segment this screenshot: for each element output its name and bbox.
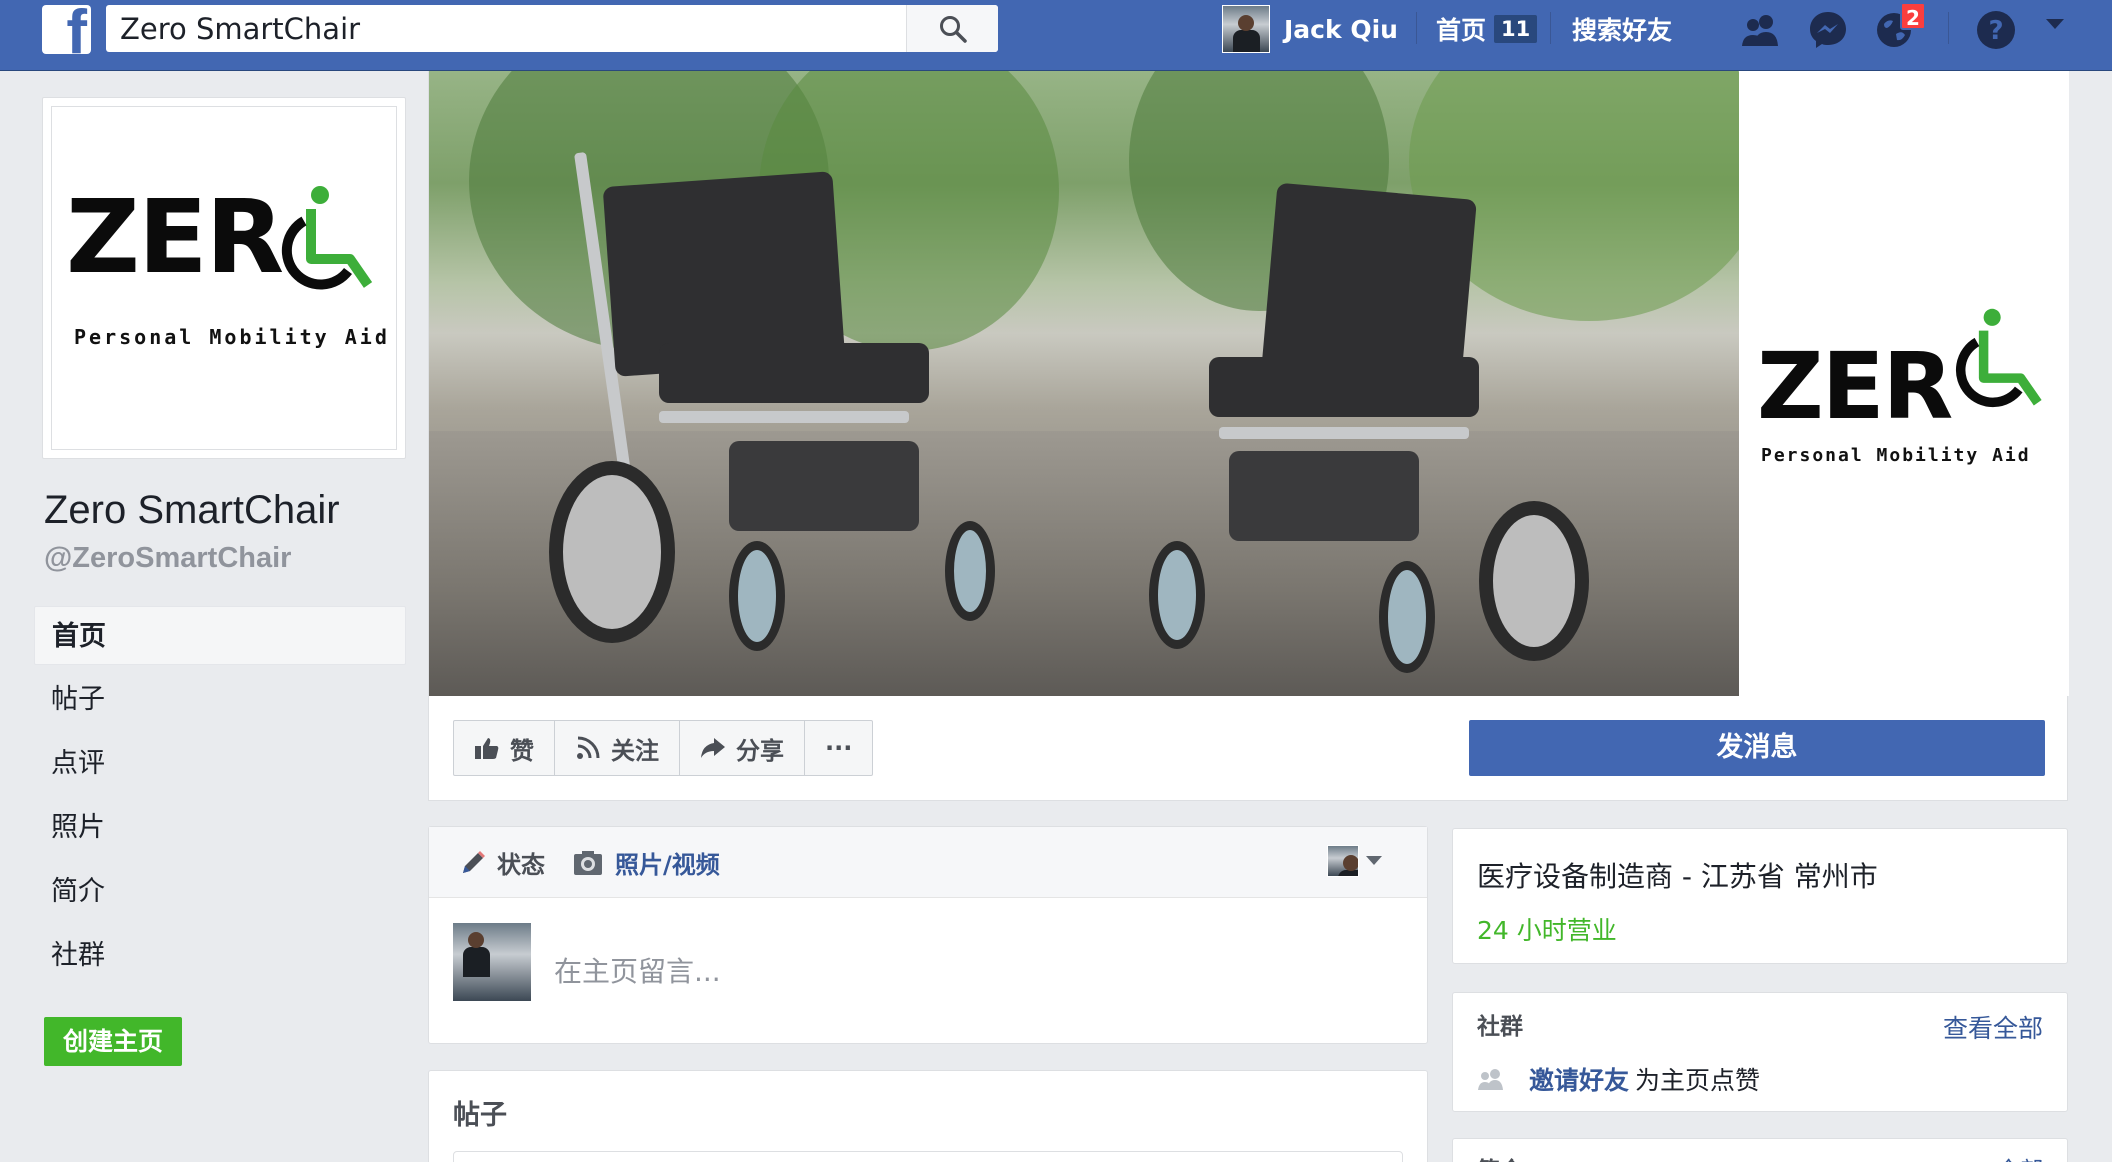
- logo-word: ZER: [66, 178, 284, 297]
- cover-photo[interactable]: [429, 71, 1739, 696]
- follow-button[interactable]: 关注: [555, 721, 680, 775]
- wheelchair-caster: [1149, 541, 1205, 649]
- create-page-button[interactable]: 创建主页: [44, 1017, 182, 1066]
- share-arrow-icon: [701, 738, 725, 758]
- more-icon: ···: [825, 734, 853, 762]
- post-card: [453, 1151, 1403, 1162]
- wheelchair-icon: [1956, 308, 2042, 407]
- sidebar-item-home[interactable]: 首页: [34, 606, 406, 665]
- composer-tabs: 状态 照片/视频: [429, 827, 1427, 898]
- top-navigation-bar: f Jack Qiu 首页 11 搜索好友: [0, 0, 2112, 71]
- wheelchair-wheel: [1479, 501, 1589, 661]
- page-action-bar: 赞 关注 分享 ··· 发消息: [429, 696, 2069, 801]
- share-label: 分享: [736, 736, 784, 765]
- notification-badge: 2: [1900, 2, 1926, 30]
- wheelchair-caster: [729, 541, 785, 651]
- find-friends-label: 搜索好友: [1572, 16, 1673, 45]
- wheelchair-icon: [281, 186, 373, 290]
- posts-title: 帖子: [453, 1100, 507, 1131]
- posts-section: 帖子: [428, 1070, 1428, 1162]
- like-label: 赞: [510, 736, 534, 765]
- rss-follow-icon: [577, 736, 600, 759]
- pencil-icon: [463, 850, 485, 873]
- follow-label: 关注: [611, 736, 659, 765]
- tab-status[interactable]: 状态: [459, 845, 545, 880]
- nav-divider: [1550, 12, 1551, 44]
- wheelchair-wheel: [549, 461, 675, 643]
- composer-avatar: [452, 922, 532, 1002]
- page-title[interactable]: Zero SmartChair: [44, 488, 340, 533]
- avatar: [1222, 5, 1270, 53]
- sidebar-item-posts[interactable]: 帖子: [34, 670, 406, 729]
- svg-text:?: ?: [1988, 16, 2003, 46]
- search-input[interactable]: [120, 5, 900, 52]
- chevron-down-icon[interactable]: [1365, 855, 1383, 867]
- page-sidebar-nav: 首页 帖子 点评 照片 简介 社群: [34, 606, 406, 990]
- help-icon[interactable]: ?: [1974, 8, 2018, 52]
- more-options-button[interactable]: ···: [805, 721, 872, 775]
- invite-friends-row: 邀请好友 为主页点赞: [1477, 1061, 1760, 1097]
- friends-icon: [1478, 1069, 1503, 1090]
- invite-friends-text: 为主页点赞: [1635, 1066, 1761, 1095]
- sidebar-item-community[interactable]: 社群: [34, 926, 406, 985]
- like-button[interactable]: 赞: [454, 721, 555, 775]
- account-menu-chevron-down-icon[interactable]: [2040, 14, 2070, 58]
- cover-section: ZER Personal Mobility Aid 赞 关注 分享 ··· 发消…: [428, 71, 2069, 801]
- post-composer: 状态 照片/视频: [428, 826, 1428, 1044]
- composer-input[interactable]: 在主页留言...: [554, 950, 721, 990]
- wheelchair-bag: [1229, 451, 1419, 541]
- send-message-button[interactable]: 发消息: [1469, 720, 2045, 776]
- user-name: Jack Qiu: [1284, 14, 1398, 44]
- thumbs-up-icon: [475, 738, 499, 759]
- sidebar-item-about[interactable]: 简介: [34, 862, 406, 921]
- share-button[interactable]: 分享: [680, 721, 805, 775]
- sidebar-item-photos[interactable]: 照片: [34, 798, 406, 857]
- wheelchair-caster: [945, 521, 995, 621]
- wheelchair-frame: [659, 411, 909, 423]
- page-profile-picture[interactable]: ZER Personal Mobility Aid: [42, 97, 406, 459]
- friend-requests-icon[interactable]: [1738, 8, 1782, 52]
- tab-photo-video[interactable]: 照片/视频: [573, 845, 720, 880]
- opening-hours: 24 小时营业: [1477, 916, 1617, 945]
- search-button[interactable]: [906, 5, 998, 52]
- page-action-buttons: 赞 关注 分享 ···: [453, 720, 874, 776]
- cover-logo-panel: ZER Personal Mobility Aid: [1739, 71, 2069, 696]
- community-title: 社群: [1477, 1014, 1523, 1040]
- camera-icon: [574, 850, 602, 875]
- messenger-icon[interactable]: [1806, 8, 1850, 52]
- home-count-badge: 11: [1494, 15, 1538, 43]
- home-label: 首页: [1436, 16, 1487, 45]
- page-username[interactable]: @ZeroSmartChair: [44, 542, 291, 575]
- sidebar-item-reviews[interactable]: 点评: [34, 734, 406, 793]
- logo-tagline: Personal Mobility Aid: [1761, 445, 2031, 466]
- about-see-all-link[interactable]: 全部: [1997, 1151, 2043, 1162]
- community-card: 社群 查看全部 邀请好友 为主页点赞: [1452, 992, 2068, 1112]
- about-title: 简介: [1477, 1151, 1523, 1162]
- about-card: 简介 全部: [1452, 1138, 2068, 1162]
- invite-friends-link[interactable]: 邀请好友: [1529, 1061, 1629, 1097]
- facebook-logo-icon[interactable]: f: [42, 5, 91, 54]
- page-category[interactable]: 医疗设备制造商 - 江苏省 常州市: [1477, 855, 1878, 895]
- wheelchair-seat: [659, 343, 929, 403]
- tab-photo-video-label: 照片/视频: [615, 851, 720, 879]
- zero-logo: ZER Personal Mobility Aid: [51, 106, 397, 450]
- nav-divider: [1948, 12, 1949, 44]
- find-friends-link[interactable]: 搜索好友: [1572, 8, 1672, 50]
- nav-divider: [1416, 12, 1417, 44]
- wheelchair-caster: [1379, 561, 1435, 673]
- logo-tagline: Personal Mobility Aid: [74, 325, 390, 349]
- home-link[interactable]: 首页 11: [1436, 8, 1538, 50]
- wheelchair-frame: [1219, 427, 1469, 439]
- search-box: [106, 5, 998, 52]
- profile-link[interactable]: Jack Qiu: [1222, 5, 1398, 53]
- logo-word: ZER: [1757, 333, 1953, 440]
- post-as-avatar[interactable]: [1327, 845, 1359, 877]
- tab-status-label: 状态: [497, 851, 545, 879]
- wheelchair-bag: [729, 441, 919, 531]
- page-info-card: 医疗设备制造商 - 江苏省 常州市 24 小时营业: [1452, 828, 2068, 964]
- wheelchair-seat: [1209, 357, 1479, 417]
- search-icon: [940, 16, 967, 43]
- community-see-all-link[interactable]: 查看全部: [1943, 1009, 2043, 1045]
